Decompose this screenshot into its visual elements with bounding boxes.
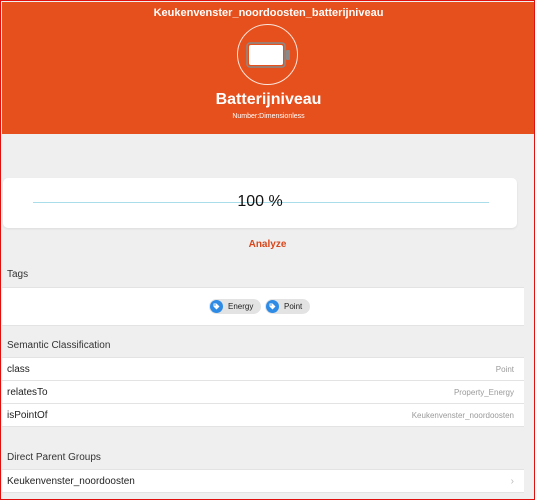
semantic-value: Property_Energy <box>453 388 514 397</box>
tag-chip-point[interactable]: Point <box>265 299 311 314</box>
semantic-key: isPointOf <box>7 410 48 421</box>
state-value: 100 % <box>237 193 283 210</box>
tag-label: Energy <box>228 302 254 311</box>
point-type: Number:Dimensionless <box>232 113 305 120</box>
tags-heading: Tags <box>7 269 29 280</box>
parent-groups-heading: Direct Parent Groups <box>7 452 101 463</box>
semantic-heading: Semantic Classification <box>7 340 111 351</box>
semantic-key: relatesTo <box>7 387 48 398</box>
battery-icon <box>246 42 290 68</box>
tag-chip-energy[interactable]: Energy <box>209 299 262 314</box>
tag-icon <box>210 300 223 313</box>
analyze-button[interactable]: Analyze <box>1 239 534 250</box>
parent-groups-list: Keukenvenster_noordoosten › <box>2 469 524 493</box>
semantic-list: class Point relatesTo Property_Energy is… <box>2 357 524 427</box>
semantic-row-relatesto: relatesTo Property_Energy <box>2 381 524 404</box>
semantic-row-class: class Point <box>2 358 524 381</box>
chevron-right-icon: › <box>510 476 514 487</box>
tag-icon <box>266 300 279 313</box>
point-name: Batterijniveau <box>215 91 322 108</box>
item-title: Keukenvenster_noordoosten_batterijniveau <box>153 7 384 19</box>
icon-circle <box>237 24 298 85</box>
semantic-value: Point <box>495 365 514 374</box>
tag-label: Point <box>284 302 303 311</box>
state-card[interactable]: 100 % <box>3 178 517 228</box>
semantic-row-ispointof: isPointOf Keukenvenster_noordoosten <box>2 404 524 427</box>
tags-row: Energy Point <box>2 287 524 326</box>
semantic-key: class <box>7 364 30 375</box>
item-header: Keukenvenster_noordoosten_batterijniveau… <box>2 2 534 134</box>
semantic-value: Keukenvenster_noordoosten <box>411 411 514 420</box>
page-frame: Keukenvenster_noordoosten_batterijniveau… <box>0 0 535 500</box>
parent-group-label: Keukenvenster_noordoosten <box>7 476 135 487</box>
parent-group-item[interactable]: Keukenvenster_noordoosten › <box>2 470 524 493</box>
